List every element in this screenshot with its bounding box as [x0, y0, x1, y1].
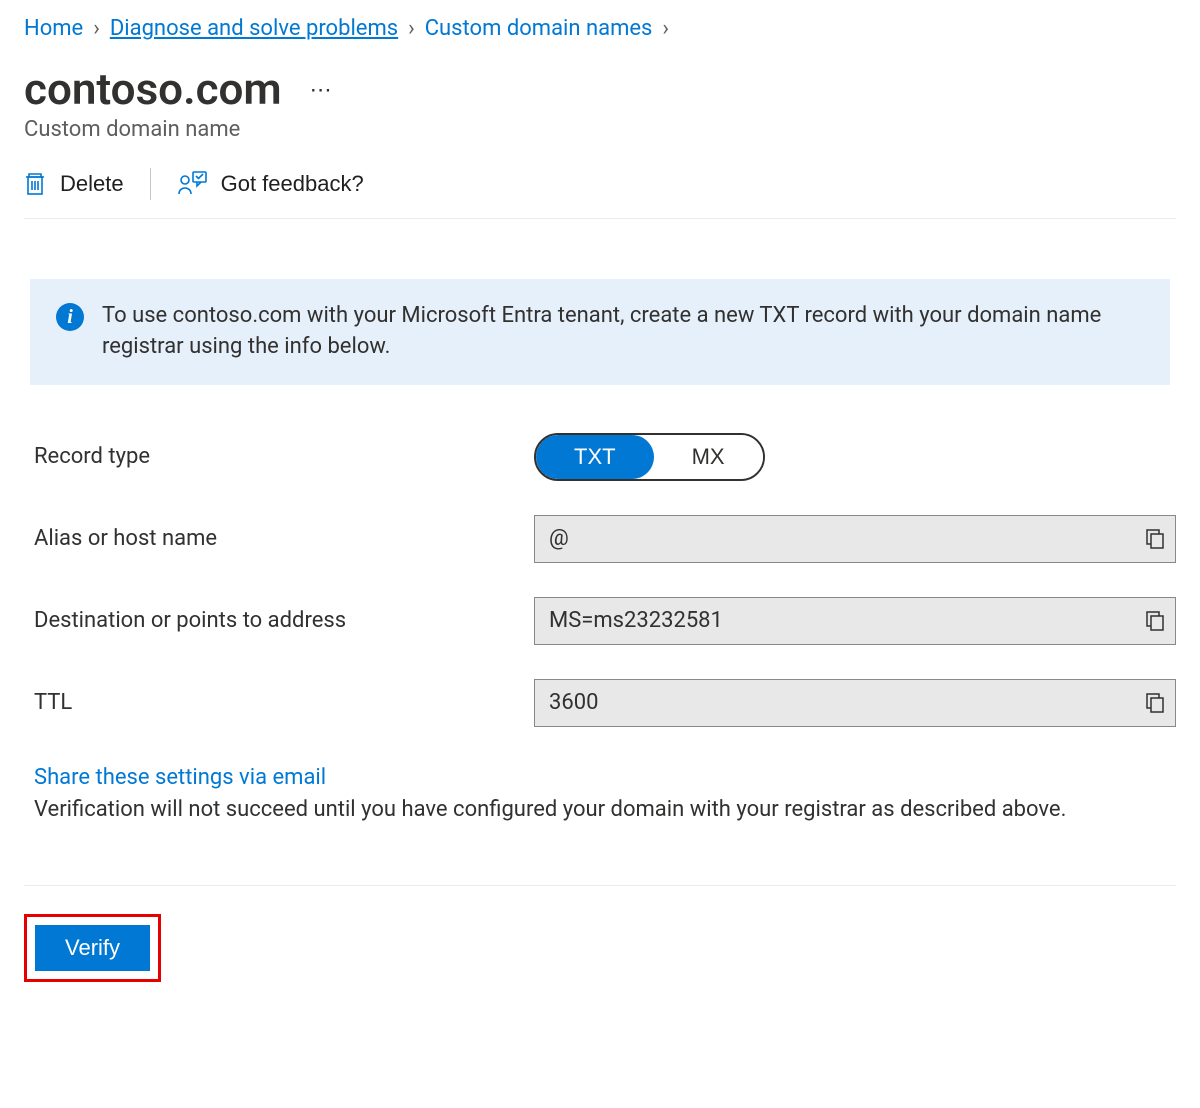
feedback-label: Got feedback?	[221, 171, 364, 197]
dns-settings-form: Record type TXT MX Alias or host name @ …	[24, 433, 1176, 826]
ttl-label: TTL	[34, 690, 534, 715]
breadcrumb-home[interactable]: Home	[24, 16, 83, 41]
copy-icon[interactable]	[1145, 692, 1165, 714]
breadcrumb: Home › Diagnose and solve problems › Cus…	[24, 16, 1176, 41]
destination-value: MS=ms23232581	[549, 608, 723, 633]
trash-icon	[24, 171, 46, 197]
record-type-label: Record type	[34, 444, 534, 469]
record-type-mx[interactable]: MX	[654, 435, 763, 479]
share-email-link[interactable]: Share these settings via email	[34, 765, 326, 790]
destination-field: MS=ms23232581	[534, 597, 1176, 645]
breadcrumb-custom-domains[interactable]: Custom domain names	[425, 16, 653, 41]
alias-value: @	[549, 526, 569, 551]
info-banner: i To use contoso.com with your Microsoft…	[30, 279, 1170, 385]
feedback-button[interactable]: Got feedback?	[177, 171, 364, 197]
delete-button[interactable]: Delete	[24, 171, 124, 197]
record-type-txt[interactable]: TXT	[536, 435, 654, 479]
ttl-value: 3600	[549, 690, 598, 715]
info-text: To use contoso.com with your Microsoft E…	[102, 301, 1144, 363]
copy-icon[interactable]	[1145, 610, 1165, 632]
alias-field: @	[534, 515, 1176, 563]
toolbar-separator	[150, 168, 151, 200]
destination-label: Destination or points to address	[34, 608, 534, 633]
toolbar: Delete Got feedback?	[24, 168, 1176, 219]
chevron-right-icon: ›	[408, 16, 415, 41]
page-subtitle: Custom domain name	[24, 117, 1176, 142]
info-icon: i	[56, 303, 84, 331]
verify-note: Verification will not succeed until you …	[34, 794, 1176, 826]
feedback-icon	[177, 171, 207, 197]
alias-label: Alias or host name	[34, 526, 534, 551]
ttl-field: 3600	[534, 679, 1176, 727]
chevron-right-icon: ›	[93, 16, 100, 41]
highlight-box: Verify	[24, 914, 161, 982]
chevron-right-icon: ›	[662, 16, 669, 41]
copy-icon[interactable]	[1145, 528, 1165, 550]
record-type-toggle[interactable]: TXT MX	[534, 433, 765, 481]
verify-button[interactable]: Verify	[35, 925, 150, 971]
page-title: contoso.com	[24, 63, 282, 115]
footer-bar: Verify	[24, 885, 1176, 982]
more-actions-button[interactable]: ⋯	[310, 78, 333, 103]
breadcrumb-diagnose[interactable]: Diagnose and solve problems	[110, 16, 398, 41]
delete-label: Delete	[60, 171, 124, 197]
